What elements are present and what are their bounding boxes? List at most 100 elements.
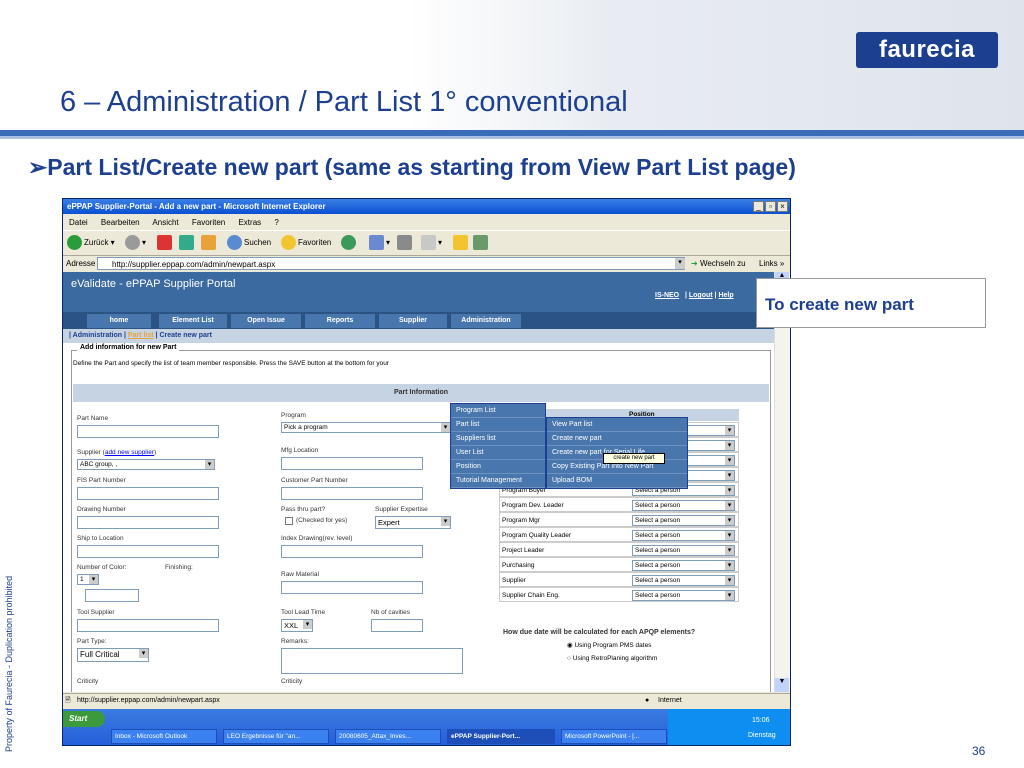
due-option-pms[interactable]: ◉ Using Program PMS dates xyxy=(567,641,651,649)
vertical-scrollbar[interactable]: ▲ ▼ xyxy=(774,272,790,692)
nav-administration[interactable]: Administration xyxy=(451,314,521,328)
supplier-expertise-select[interactable]: Expert xyxy=(375,516,451,529)
nb-cavities-label: Nb of cavities xyxy=(371,609,411,616)
menu-create-new-part[interactable]: Create new part xyxy=(547,432,687,446)
remarks-textarea[interactable] xyxy=(281,648,463,674)
maximize-button[interactable]: ▫ xyxy=(765,201,776,212)
task-leo[interactable]: LEO Ergebnisse für "an... xyxy=(223,729,329,744)
position-name: Project Leader xyxy=(502,547,545,554)
nav-reports[interactable]: Reports xyxy=(305,314,375,328)
page-number: 36 xyxy=(972,744,986,758)
add-new-supplier-link[interactable]: add new supplier xyxy=(105,449,154,456)
select-person-dropdown[interactable]: Select a person xyxy=(632,500,735,511)
print-icon xyxy=(397,235,412,251)
crumb-administration[interactable]: Administration xyxy=(73,332,122,339)
start-button[interactable]: Start xyxy=(63,711,105,727)
due-date-question: How due date will be calculated for each… xyxy=(503,629,696,636)
supplier-label-close: ) xyxy=(153,449,157,456)
task-outlook[interactable]: Inbox - Microsoft Outlook xyxy=(111,729,217,744)
nb-cavities-input[interactable] xyxy=(371,619,423,632)
menu-help[interactable]: ? xyxy=(274,218,278,227)
select-person-dropdown[interactable]: Select a person xyxy=(632,545,735,556)
mail-button[interactable]: ▾ xyxy=(369,235,390,251)
task-attax[interactable]: 20080605_Attax_Inves... xyxy=(335,729,441,744)
messenger-button[interactable] xyxy=(473,235,490,251)
nav-supplier[interactable]: Supplier xyxy=(379,314,447,328)
favorites-label: Favoriten xyxy=(298,238,332,247)
select-person-dropdown[interactable]: Select a person xyxy=(632,575,735,586)
minimize-button[interactable]: _ xyxy=(753,201,764,212)
index-drawing-input[interactable] xyxy=(281,545,423,558)
part-type-select[interactable]: Full Critical xyxy=(77,648,149,662)
logout-link[interactable]: Logout xyxy=(689,292,713,299)
menu-tutorial-management[interactable]: Tutorial Management xyxy=(451,474,545,488)
tool-lead-time-select[interactable]: XXL xyxy=(281,619,313,632)
due-option-retro[interactable]: ○ Using RetroPlaning algorithm xyxy=(567,655,657,662)
tool-supplier-input[interactable] xyxy=(77,619,219,632)
go-button[interactable]: ➔ Wechseln zu xyxy=(691,259,746,268)
forward-button[interactable]: ▾ xyxy=(125,235,146,251)
number-of-color-select[interactable]: 1 xyxy=(77,574,99,585)
menu-suppliers-list[interactable]: Suppliers list xyxy=(451,432,545,446)
select-person-dropdown[interactable]: Select a person xyxy=(632,515,735,526)
folder-button[interactable] xyxy=(453,235,470,251)
favorites-button[interactable]: Favoriten xyxy=(281,235,331,251)
home-button[interactable] xyxy=(201,235,218,251)
url-input[interactable]: http://supplier.eppap.com/admin/newpart.… xyxy=(97,257,685,270)
task-powerpoint[interactable]: Microsoft PowerPoint - [... xyxy=(561,729,667,744)
finishing-label: Finishing: xyxy=(165,564,193,571)
menu-view-part-list[interactable]: View Part list xyxy=(547,418,687,432)
back-button[interactable]: Zurück ▾ xyxy=(67,235,115,251)
crumb-part-list[interactable]: Part list xyxy=(128,332,154,339)
raw-material-input[interactable] xyxy=(281,581,423,594)
links-button[interactable]: Links » xyxy=(759,259,784,268)
customer-part-number-input[interactable] xyxy=(281,487,423,500)
refresh-button[interactable] xyxy=(179,235,196,251)
word-icon xyxy=(421,235,436,251)
program-select[interactable]: Pick a program xyxy=(281,422,451,433)
isneo-link[interactable]: IS-NEO xyxy=(655,292,679,299)
supplier-label-text: Supplier ( xyxy=(77,449,105,456)
ship-to-location-input[interactable] xyxy=(77,545,219,558)
select-person-dropdown[interactable]: Select a person xyxy=(632,560,735,571)
nav-element-list[interactable]: Element List xyxy=(159,314,227,328)
pass-thru-checkbox[interactable] xyxy=(285,517,293,525)
menu-user-list[interactable]: User List xyxy=(451,446,545,460)
web-page: eValidate - ePPAP Supplier Portal IS-NEO… xyxy=(63,272,774,692)
part-information-header: Part Information xyxy=(73,384,769,402)
supplier-select[interactable]: ABC group, , xyxy=(77,459,215,470)
address-dropdown[interactable]: ▾ xyxy=(675,258,685,269)
finishing-input[interactable] xyxy=(85,589,139,602)
edit-button[interactable]: ▾ xyxy=(421,235,442,251)
stop-button[interactable] xyxy=(157,235,174,251)
menu-bearbeiten[interactable]: Bearbeiten xyxy=(101,218,140,227)
part-name-input[interactable] xyxy=(77,425,219,438)
task-eppap[interactable]: ePPAP Supplier-Port... xyxy=(447,729,555,744)
print-button[interactable] xyxy=(397,235,414,251)
close-button[interactable]: × xyxy=(777,201,788,212)
fis-part-number-input[interactable] xyxy=(77,487,219,500)
mfg-location-input[interactable] xyxy=(281,457,423,470)
crumb-create-new-part: Create new part xyxy=(159,332,212,339)
nav-open-issue[interactable]: Open Issue xyxy=(231,314,301,328)
breadcrumb: | Administration | Part list | Create ne… xyxy=(63,329,774,343)
callout-box: To create new part xyxy=(756,278,986,328)
menu-datei[interactable]: Datei xyxy=(69,218,88,227)
nav-home[interactable]: home xyxy=(87,314,151,328)
history-button[interactable] xyxy=(341,235,358,251)
drawing-number-input[interactable] xyxy=(77,516,219,529)
menu-favoriten[interactable]: Favoriten xyxy=(192,218,225,227)
menu-upload-bom[interactable]: Upload BOM xyxy=(547,474,687,488)
search-button[interactable]: Suchen xyxy=(227,235,271,251)
menu-part-list[interactable]: Part list xyxy=(451,418,545,432)
menu-program-list[interactable]: Program List xyxy=(451,404,545,418)
part-type-label: Part Type: xyxy=(77,638,107,645)
search-icon xyxy=(227,235,242,251)
menu-ansicht[interactable]: Ansicht xyxy=(152,218,178,227)
supplier-label: Supplier (add new supplier) xyxy=(77,449,156,456)
help-link[interactable]: Help xyxy=(718,292,733,299)
select-person-dropdown[interactable]: Select a person xyxy=(632,530,735,541)
menu-extras[interactable]: Extras xyxy=(238,218,261,227)
select-person-dropdown[interactable]: Select a person xyxy=(632,590,735,601)
menu-position[interactable]: Position xyxy=(451,460,545,474)
